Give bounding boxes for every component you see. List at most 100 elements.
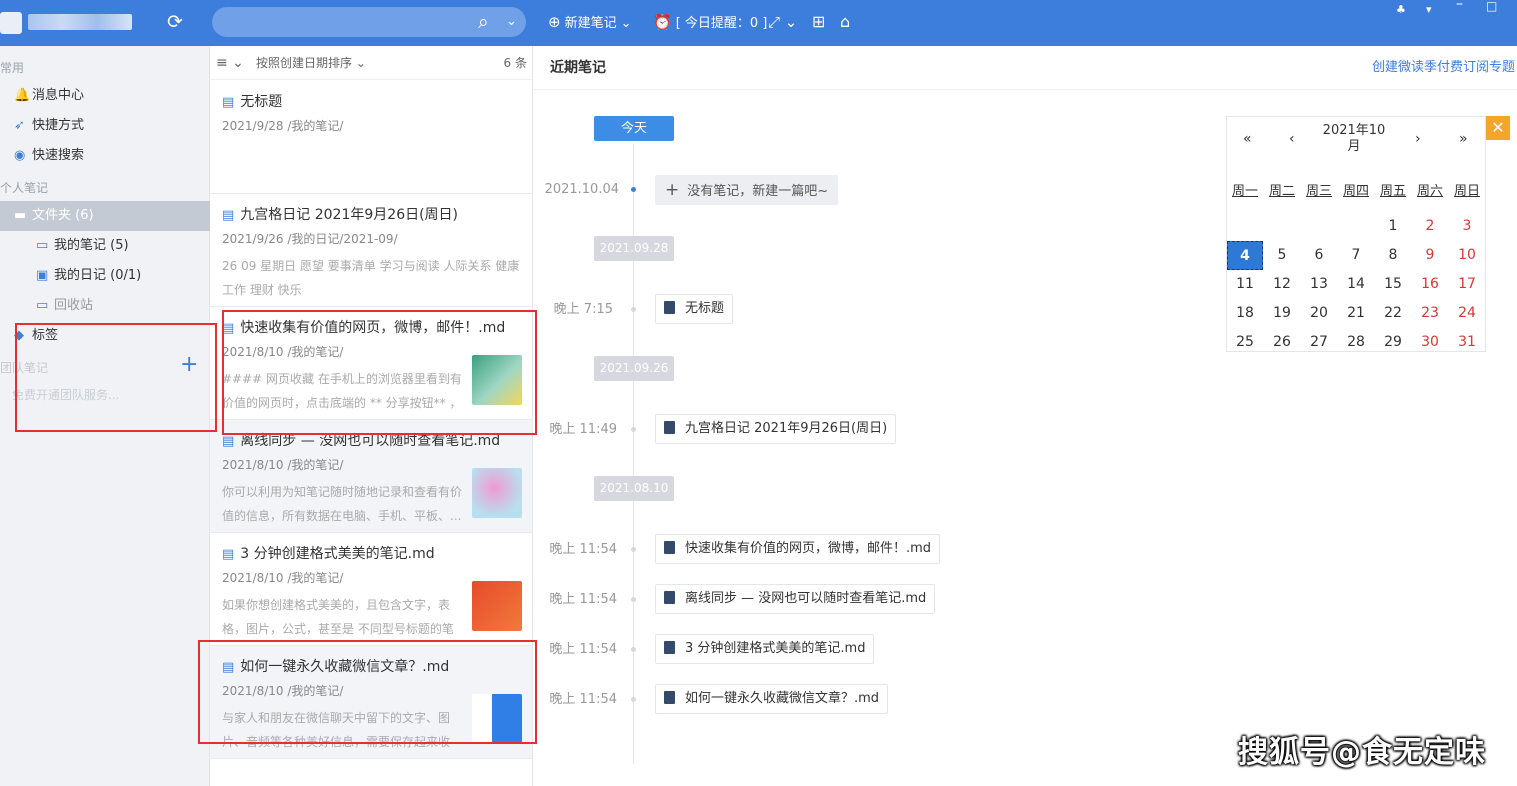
timeline-dot <box>631 427 636 432</box>
plus-circle-icon: ⊕ <box>548 13 561 31</box>
calendar-day[interactable]: 30 <box>1412 328 1448 357</box>
sidebar-item-my-notes[interactable]: ▭ 我的笔记 (5) <box>36 232 129 260</box>
expand-icon[interactable]: ⤢ ⌄ <box>768 12 797 32</box>
minimize-icon[interactable]: – <box>1456 0 1463 14</box>
timeline-time: 晚上 11:54 <box>549 592 617 607</box>
calendar-day[interactable]: 19 <box>1264 299 1300 328</box>
calendar-day[interactable]: 11 <box>1227 270 1263 299</box>
calendar-day[interactable]: 8 <box>1375 241 1411 270</box>
section-common: 常用 <box>0 61 25 75</box>
calendar-day[interactable]: 28 <box>1338 328 1374 357</box>
calendar-day[interactable]: 20 <box>1301 299 1337 328</box>
next-month-button[interactable]: › <box>1415 131 1421 147</box>
highlight-box <box>198 640 537 744</box>
calendar-day[interactable]: 13 <box>1301 270 1337 299</box>
prev-month-button[interactable]: ‹ <box>1289 131 1295 147</box>
search-icon[interactable]: ⌕ <box>478 10 489 34</box>
timeline-note-card[interactable]: 九宫格日记 2021年9月26日(周日) <box>655 414 897 444</box>
search-icon: ◉ <box>14 148 26 163</box>
timeline-time: 晚上 11:54 <box>549 692 617 707</box>
calendar-day[interactable]: 3 <box>1449 212 1485 241</box>
new-note-button[interactable]: ⊕ 新建笔记 ⌄ <box>548 12 632 32</box>
list-view-icon[interactable]: ≡ ⌄ <box>216 46 244 80</box>
calendar-day[interactable]: 9 <box>1412 241 1448 270</box>
home-icon[interactable]: ⌂ <box>840 12 850 32</box>
timeline-note-card[interactable]: 3 分钟创建格式美美的笔记.md <box>655 634 875 664</box>
calendar-day[interactable]: 29 <box>1375 328 1411 357</box>
calendar-day[interactable]: 4 <box>1227 241 1263 270</box>
timeline-date: 2021.10.04 <box>544 182 619 197</box>
new-note-prompt[interactable]: + 没有笔记，新建一篇吧~ <box>655 175 839 205</box>
calendar-day[interactable]: 15 <box>1375 270 1411 299</box>
list-item[interactable]: ▤ 3 分钟创建格式美美的笔记.md 2021/8/10 /我的笔记/ 如果你想创… <box>210 533 532 646</box>
calendar-day[interactable]: 27 <box>1301 328 1337 357</box>
timeline-note-card[interactable]: 无标题 <box>655 294 734 324</box>
subscribe-link[interactable]: 创建微读季付费订阅专题 <box>1372 58 1515 78</box>
list-item[interactable]: ▤ 九宫格日记 2021年9月26日(周日) 2021/9/26 /我的日记/20… <box>210 194 532 307</box>
document-icon <box>664 301 675 314</box>
note-thumbnail <box>472 581 522 631</box>
calendar-day[interactable]: 22 <box>1375 299 1411 328</box>
sidebar-item-my-diary[interactable]: ▣ 我的日记 (0/1) <box>36 262 141 290</box>
sidebar-item-recycle-bin[interactable]: ▭ 回收站 <box>36 292 93 320</box>
next-year-button[interactable]: » <box>1459 131 1468 147</box>
username-blurred <box>28 14 132 30</box>
calendar-day[interactable]: 26 <box>1264 328 1300 357</box>
timeline-time: 晚上 11:49 <box>549 422 617 437</box>
close-calendar-button[interactable]: ✕ <box>1486 116 1510 140</box>
list-item[interactable]: ▤ 离线同步 — 没网也可以随时查看笔记.md 2021/8/10 /我的笔记/ … <box>210 420 532 533</box>
calendar-day[interactable]: 21 <box>1338 299 1374 328</box>
calendar-day[interactable]: 7 <box>1338 241 1374 270</box>
calendar-weekday: 周二 <box>1268 184 1295 199</box>
calendar-day[interactable]: 14 <box>1338 270 1374 299</box>
timeline-dot <box>631 697 636 702</box>
calendar-day[interactable]: 17 <box>1449 270 1485 299</box>
top-toolbar: ⟳ ⌕ ⌄ ⊕ 新建笔记 ⌄ ⏰[ 今日提醒：0 ] ⤢ ⌄ ⊞ ⌂ ♣ ▾ – □ <box>0 0 1517 46</box>
reminder-button[interactable]: ⏰[ 今日提醒：0 ] <box>653 12 767 32</box>
calendar-day[interactable]: 31 <box>1449 328 1485 357</box>
calendar-caption: 2021年10月 <box>1322 123 1386 154</box>
date-badge: 2021.08.10 <box>594 476 674 501</box>
grid-icon[interactable]: ⊞ <box>812 12 825 32</box>
timeline-note-card[interactable]: 如何一键永久收藏微信文章？.md <box>655 684 889 714</box>
prev-year-button[interactable]: « <box>1243 131 1252 147</box>
calendar-day[interactable]: 12 <box>1264 270 1300 299</box>
document-icon <box>664 541 675 554</box>
calendar-day[interactable]: 23 <box>1412 299 1448 328</box>
calendar-day[interactable]: 10 <box>1449 241 1485 270</box>
timeline-note-card[interactable]: 离线同步 — 没网也可以随时查看笔记.md <box>655 584 936 614</box>
sidebar-item-message-center[interactable]: 🔔 消息中心 <box>14 82 84 110</box>
avatar[interactable] <box>0 12 22 34</box>
calendar-day[interactable]: 16 <box>1412 270 1448 299</box>
timeline-dot <box>631 547 636 552</box>
menu-down-icon[interactable]: ▾ <box>1426 0 1432 20</box>
date-badge: 2021.09.28 <box>594 236 674 261</box>
calendar-weekday: 周四 <box>1342 184 1369 199</box>
skin-icon[interactable]: ♣ <box>1396 0 1406 20</box>
maximize-icon[interactable]: □ <box>1486 0 1497 16</box>
calendar-day[interactable]: 24 <box>1449 299 1485 328</box>
search-box[interactable]: ⌕ ⌄ <box>212 7 526 37</box>
recent-notes-header: 近期笔记 创建微读季付费订阅专题 <box>533 46 1517 90</box>
sidebar-item-quick-search[interactable]: ◉ 快速搜索 <box>14 142 84 170</box>
calendar-weekday: 周日 <box>1453 184 1480 199</box>
timeline-note-card[interactable]: 快速收集有价值的网页，微博，邮件！.md <box>655 534 941 564</box>
timeline-time: 晚上 11:54 <box>549 642 617 657</box>
diary-icon: ▣ <box>36 268 49 283</box>
calendar-day[interactable]: 18 <box>1227 299 1263 328</box>
document-icon: ▤ <box>222 208 235 223</box>
list-item[interactable]: ▤ 无标题 2021/9/28 /我的笔记/ <box>210 81 532 194</box>
document-icon: ▤ <box>222 434 235 449</box>
chevron-down-icon[interactable]: ⌄ <box>506 12 517 32</box>
calendar-weekday: 周一 <box>1231 184 1258 199</box>
calendar-day[interactable]: 1 <box>1375 212 1411 241</box>
calendar-day[interactable]: 5 <box>1264 241 1300 270</box>
sidebar-item-shortcuts[interactable]: ➶ 快捷方式 <box>14 112 84 140</box>
sync-icon[interactable]: ⟳ <box>164 11 186 33</box>
calendar-day[interactable]: 6 <box>1301 241 1337 270</box>
sort-dropdown[interactable]: 按照创建日期排序 ⌄ <box>256 46 366 80</box>
calendar-day[interactable]: 2 <box>1412 212 1448 241</box>
sidebar-item-folders-label[interactable]: ▬ 文件夹 (6) <box>14 202 94 230</box>
calendar-day[interactable]: 25 <box>1227 328 1263 357</box>
list-header: ≡ ⌄ 按照创建日期排序 ⌄ 6 条 <box>210 46 533 80</box>
